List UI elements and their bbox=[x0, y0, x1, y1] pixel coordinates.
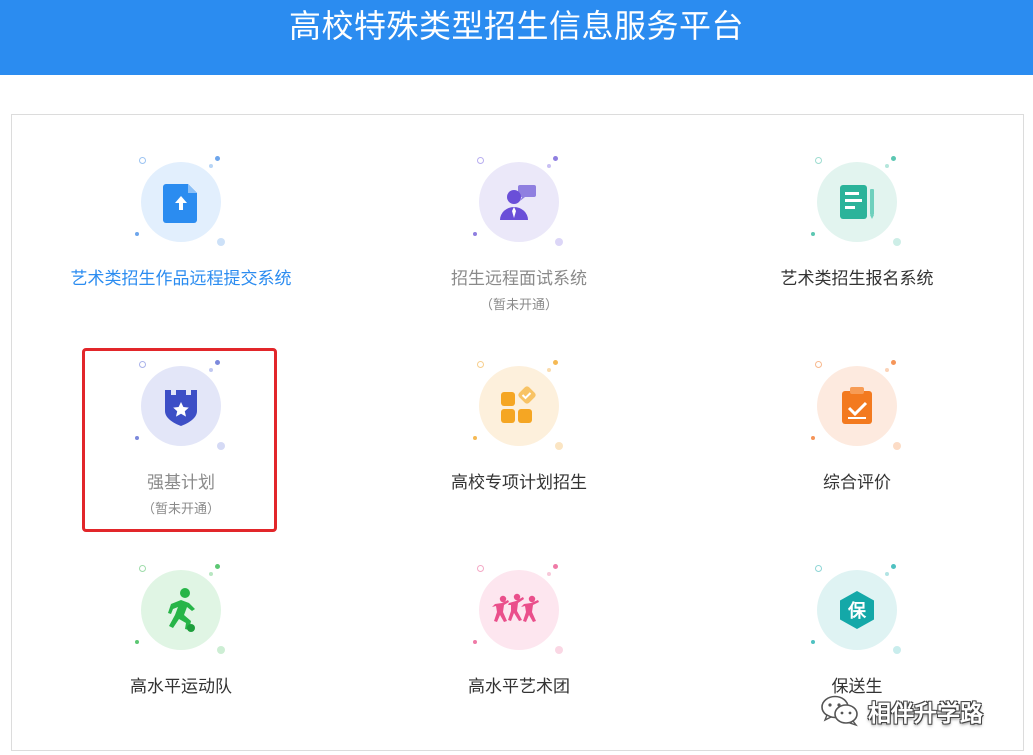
decor-dot bbox=[473, 640, 477, 644]
bao-badge-icon: 保 bbox=[840, 591, 874, 629]
watermark-text: 相伴升学路 bbox=[868, 701, 983, 727]
icon-circle bbox=[817, 162, 897, 242]
header-bar: 高校特殊类型招生信息服务平台 bbox=[0, 0, 1033, 75]
soccer-player-icon bbox=[168, 588, 195, 632]
decor-dot bbox=[135, 232, 139, 236]
decor-dot bbox=[811, 436, 815, 440]
decor-dot bbox=[215, 156, 220, 161]
interview-person-icon bbox=[500, 185, 536, 220]
page-title: 高校特殊类型招生信息服务平台 bbox=[288, 7, 744, 45]
tile-art-works-submission[interactable]: 艺术类招生作品远程提交系统 bbox=[31, 152, 331, 332]
file-upload-icon bbox=[163, 184, 197, 223]
decor-dot bbox=[473, 436, 477, 440]
decor-dot bbox=[215, 564, 220, 569]
highlight-box bbox=[82, 348, 277, 532]
tile-label: 艺术类招生作品远程提交系统 bbox=[70, 269, 292, 289]
tile-high-level-art-troupe[interactable]: 高水平艺术团 bbox=[369, 560, 669, 740]
decor-dot bbox=[553, 564, 558, 569]
tile-status: （暂未开通） bbox=[479, 298, 558, 313]
tile-label: 艺术类招生报名系统 bbox=[780, 269, 934, 289]
tile-comprehensive-evaluation[interactable]: 综合评价 bbox=[707, 356, 1007, 536]
tile-remote-interview[interactable]: 招生远程面试系统 （暂未开通） bbox=[369, 152, 669, 332]
decor-dot bbox=[891, 360, 896, 365]
tile-art-registration[interactable]: 艺术类招生报名系统 bbox=[707, 152, 1007, 332]
icon-circle bbox=[479, 366, 559, 446]
decor-dot bbox=[891, 564, 896, 569]
badge-text: 保 bbox=[847, 600, 867, 622]
decor-dot bbox=[891, 156, 896, 161]
icon-circle: 保 bbox=[817, 570, 897, 650]
decor-dot bbox=[135, 640, 139, 644]
icon-circle bbox=[479, 570, 559, 650]
blocks-check-icon bbox=[501, 386, 536, 423]
icon-circle bbox=[479, 162, 559, 242]
decor-dot bbox=[553, 156, 558, 161]
icon-circle bbox=[817, 366, 897, 446]
tile-high-level-sports-team[interactable]: 高水平运动队 bbox=[31, 560, 331, 740]
icon-circle bbox=[141, 570, 221, 650]
icon-circle bbox=[141, 162, 221, 242]
tile-label: 招生远程面试系统 bbox=[451, 269, 587, 289]
decor-dot bbox=[553, 360, 558, 365]
tile-special-plan-admission[interactable]: 高校专项计划招生 bbox=[369, 356, 669, 536]
decor-dot bbox=[473, 232, 477, 236]
watermark: 相伴升学路 bbox=[820, 693, 983, 729]
tile-label: 高水平艺术团 bbox=[468, 677, 570, 697]
decor-dot bbox=[811, 232, 815, 236]
clipboard-check-icon bbox=[842, 387, 872, 424]
decor-dot bbox=[811, 640, 815, 644]
registration-form-icon bbox=[840, 185, 874, 219]
tile-label: 高校专项计划招生 bbox=[451, 473, 587, 493]
dancers-icon bbox=[492, 593, 539, 622]
tile-label: 综合评价 bbox=[823, 473, 891, 493]
wechat-icon bbox=[821, 695, 858, 727]
tile-label: 高水平运动队 bbox=[130, 677, 232, 697]
